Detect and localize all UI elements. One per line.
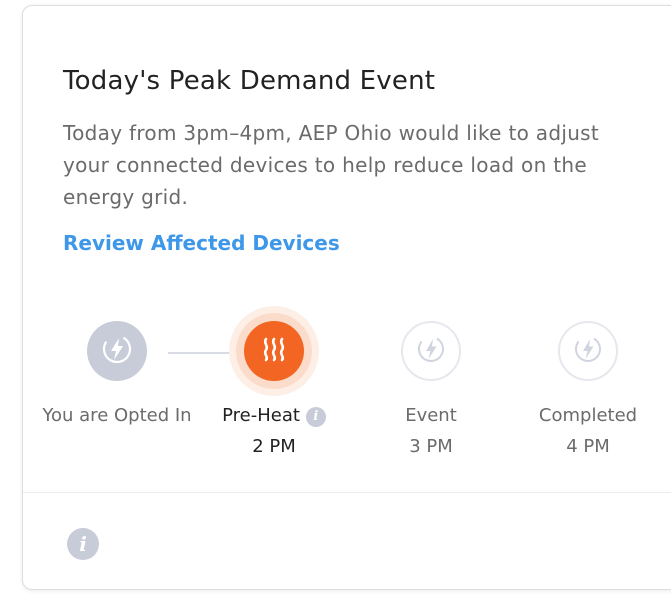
step-circle-future xyxy=(401,321,461,381)
step-event: Event 3 PM xyxy=(356,306,506,460)
card-title: Today's Peak Demand Event xyxy=(63,66,436,96)
card-description: Today from 3pm–4pm, AEP Ohio would like … xyxy=(63,121,600,209)
info-icon[interactable]: i xyxy=(67,528,99,560)
peak-demand-card: Today's Peak Demand Event Today from 3pm… xyxy=(22,5,671,590)
step-opted-in: You are Opted In xyxy=(42,306,192,429)
step-label: Event xyxy=(405,405,457,426)
step-label: Pre-Heat xyxy=(222,405,300,426)
step-time: 2 PM xyxy=(252,436,296,457)
review-affected-devices-link[interactable]: Review Affected Devices xyxy=(63,231,340,255)
heat-waves-icon xyxy=(257,332,291,370)
step-circle-done xyxy=(87,321,147,381)
step-circle-active xyxy=(244,321,304,381)
step-pre-heat: Pre-Heat i 2 PM xyxy=(199,306,349,460)
step-label: Completed xyxy=(538,405,638,426)
lightning-icon xyxy=(414,332,448,370)
step-label: You are Opted In xyxy=(42,405,192,426)
lightning-icon xyxy=(571,332,605,370)
lightning-icon xyxy=(100,332,134,370)
step-circle-future xyxy=(558,321,618,381)
card-divider xyxy=(23,492,671,493)
step-time: 4 PM xyxy=(566,436,610,457)
pre-heat-info-icon[interactable]: i xyxy=(305,407,326,427)
step-completed: Completed 4 PM xyxy=(513,306,663,460)
step-time: 3 PM xyxy=(409,436,453,457)
